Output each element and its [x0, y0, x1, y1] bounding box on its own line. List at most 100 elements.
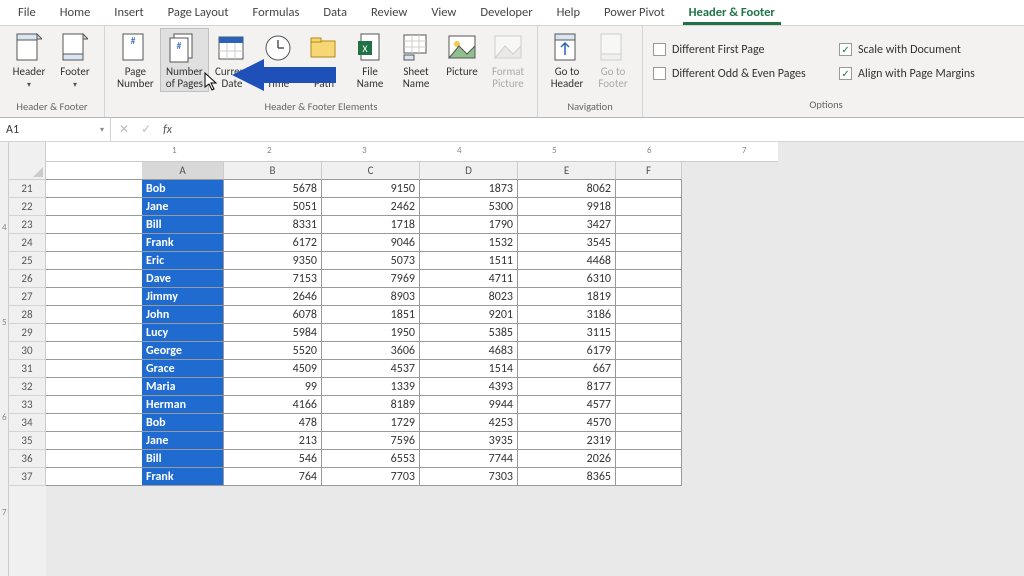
cell[interactable]: [616, 270, 682, 288]
name-box[interactable]: A1▾: [0, 118, 111, 142]
cell[interactable]: 3427: [518, 216, 616, 234]
header-button[interactable]: Header▾: [6, 28, 52, 92]
cell[interactable]: 4577: [518, 396, 616, 414]
tab-insert[interactable]: Insert: [102, 1, 155, 24]
cell[interactable]: George: [142, 342, 224, 360]
cell[interactable]: 4166: [224, 396, 322, 414]
fx-icon[interactable]: fx: [163, 123, 172, 137]
cell[interactable]: 9046: [322, 234, 420, 252]
cell[interactable]: 7744: [420, 450, 518, 468]
col-header-d[interactable]: D: [420, 162, 518, 180]
cell[interactable]: Frank: [142, 468, 224, 486]
cell[interactable]: [616, 378, 682, 396]
cell[interactable]: 8177: [518, 378, 616, 396]
select-all-corner[interactable]: [9, 142, 46, 180]
cell[interactable]: [616, 414, 682, 432]
cell[interactable]: 4537: [322, 360, 420, 378]
cell[interactable]: 8062: [518, 180, 616, 198]
cell[interactable]: [616, 360, 682, 378]
cell[interactable]: [616, 468, 682, 486]
tab-view[interactable]: View: [419, 1, 468, 24]
cell[interactable]: John: [142, 306, 224, 324]
cell[interactable]: 3115: [518, 324, 616, 342]
cell[interactable]: [616, 432, 682, 450]
cell[interactable]: 5051: [224, 198, 322, 216]
chk-different-first[interactable]: Different First Page: [653, 43, 813, 57]
cell[interactable]: 213: [224, 432, 322, 450]
cell[interactable]: 7703: [322, 468, 420, 486]
goto-header-button[interactable]: Go to Header: [544, 28, 590, 92]
cell[interactable]: [616, 234, 682, 252]
cell[interactable]: 9944: [420, 396, 518, 414]
cell[interactable]: 6179: [518, 342, 616, 360]
cell[interactable]: [616, 324, 682, 342]
cell[interactable]: 8023: [420, 288, 518, 306]
cell[interactable]: 9201: [420, 306, 518, 324]
tab-help[interactable]: Help: [545, 1, 592, 24]
cell[interactable]: [616, 396, 682, 414]
row-header[interactable]: 26: [9, 270, 46, 288]
picture-button[interactable]: Picture: [439, 28, 485, 80]
chk-different-odd-even[interactable]: Different Odd & Even Pages: [653, 67, 813, 81]
tab-home[interactable]: Home: [48, 1, 103, 24]
col-header-b[interactable]: B: [224, 162, 322, 180]
sheet-name-button[interactable]: Sheet Name: [393, 28, 439, 92]
cell[interactable]: 3545: [518, 234, 616, 252]
enter-icon[interactable]: ✓: [141, 122, 151, 137]
row-header[interactable]: 36: [9, 450, 46, 468]
cell[interactable]: 9350: [224, 252, 322, 270]
number-of-pages-button[interactable]: # Number of Pages: [160, 28, 209, 92]
row-header[interactable]: 37: [9, 468, 46, 486]
cell[interactable]: 478: [224, 414, 322, 432]
cell[interactable]: 5984: [224, 324, 322, 342]
cell[interactable]: [616, 450, 682, 468]
cell[interactable]: 3186: [518, 306, 616, 324]
cell[interactable]: 6172: [224, 234, 322, 252]
chk-align-margins[interactable]: ✓Align with Page Margins: [839, 67, 999, 81]
row-header[interactable]: 25: [9, 252, 46, 270]
tab-formulas[interactable]: Formulas: [241, 1, 312, 24]
cell[interactable]: 2026: [518, 450, 616, 468]
file-name-button[interactable]: X File Name: [347, 28, 393, 92]
tab-review[interactable]: Review: [359, 1, 419, 24]
cell[interactable]: 764: [224, 468, 322, 486]
cell[interactable]: 5300: [420, 198, 518, 216]
cell[interactable]: 667: [518, 360, 616, 378]
row-header[interactable]: 30: [9, 342, 46, 360]
row-header[interactable]: 32: [9, 378, 46, 396]
cell[interactable]: 6553: [322, 450, 420, 468]
row-header[interactable]: 33: [9, 396, 46, 414]
cell[interactable]: 6310: [518, 270, 616, 288]
cell[interactable]: 3935: [420, 432, 518, 450]
cell[interactable]: 9150: [322, 180, 420, 198]
cell[interactable]: 4253: [420, 414, 518, 432]
cell[interactable]: 4683: [420, 342, 518, 360]
cell[interactable]: Bill: [142, 450, 224, 468]
row-header[interactable]: 34: [9, 414, 46, 432]
cell[interactable]: Maria: [142, 378, 224, 396]
cell[interactable]: 1729: [322, 414, 420, 432]
cell[interactable]: 2462: [322, 198, 420, 216]
tab-developer[interactable]: Developer: [468, 1, 544, 24]
cell[interactable]: 4570: [518, 414, 616, 432]
cell[interactable]: 8331: [224, 216, 322, 234]
cell[interactable]: 1532: [420, 234, 518, 252]
cell[interactable]: [616, 288, 682, 306]
cell[interactable]: 546: [224, 450, 322, 468]
cell[interactable]: 2646: [224, 288, 322, 306]
cell[interactable]: 5385: [420, 324, 518, 342]
formula-bar[interactable]: [180, 118, 1024, 142]
row-header[interactable]: 24: [9, 234, 46, 252]
cell[interactable]: 8903: [322, 288, 420, 306]
row-header[interactable]: 27: [9, 288, 46, 306]
cell[interactable]: [616, 180, 682, 198]
col-header-a[interactable]: A: [142, 162, 224, 180]
cell[interactable]: [616, 252, 682, 270]
row-header[interactable]: 23: [9, 216, 46, 234]
cell[interactable]: 8189: [322, 396, 420, 414]
cell[interactable]: Grace: [142, 360, 224, 378]
cell[interactable]: 1514: [420, 360, 518, 378]
cell[interactable]: [616, 198, 682, 216]
cell[interactable]: 7153: [224, 270, 322, 288]
cell[interactable]: 7969: [322, 270, 420, 288]
